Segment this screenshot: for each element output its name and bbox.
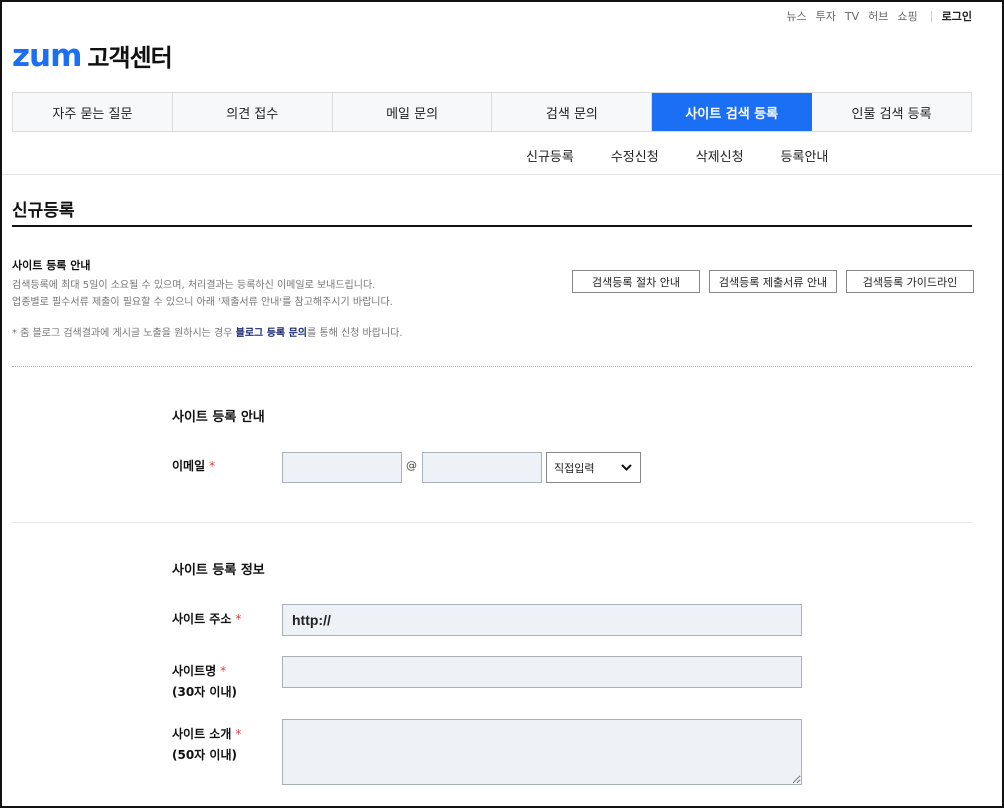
title-underline	[12, 225, 972, 227]
topnav-hub[interactable]: 허브	[868, 8, 888, 24]
email-domain-select[interactable]: 직접입력	[546, 452, 641, 483]
zum-logo: zum	[12, 38, 82, 74]
subtab-info[interactable]: 등록안내	[781, 146, 829, 165]
required-mark: *	[220, 664, 227, 678]
email-domain-input[interactable]	[422, 452, 542, 483]
guideline-button[interactable]: 검색등록 가이드라인	[846, 270, 974, 293]
guide-buttons: 검색등록 절차 안내 검색등록 제출서류 안내 검색등록 가이드라인	[572, 270, 974, 293]
site-logo[interactable]: zum 고객센터	[12, 38, 173, 74]
domain-select-value: 직접입력	[554, 461, 595, 475]
guide-note-suffix: 를 통해 신청 바랍니다.	[307, 328, 403, 339]
guide-text-1: 검색등록에 최대 5일이 소요될 수 있으며, 처리결과는 등록하신 이메일로 …	[12, 280, 376, 291]
process-guide-button[interactable]: 검색등록 절차 안내	[572, 270, 700, 293]
site-name-label: 사이트명 * (30자 이내)	[172, 661, 237, 703]
tab-mail-inquiry[interactable]: 메일 문의	[333, 93, 493, 131]
site-intro-hint: (50자 이내)	[172, 748, 237, 762]
guide-note: * 줌 블로그 검색결과에 게시글 노출을 원하시는 경우 블로그 등록 문의를…	[12, 324, 403, 339]
site-name-hint: (30자 이내)	[172, 685, 237, 699]
site-intro-label-text: 사이트 소개	[172, 727, 232, 741]
subtab-delete[interactable]: 삭제신청	[696, 146, 744, 165]
tab-person-search-register[interactable]: 인물 검색 등록	[812, 93, 972, 131]
site-url-label-text: 사이트 주소	[172, 612, 232, 626]
page-title: 신규등록	[12, 201, 75, 221]
site-name-label-text: 사이트명	[172, 664, 217, 678]
section-title-register-guide: 사이트 등록 안내	[172, 410, 265, 425]
email-user-input[interactable]	[282, 452, 402, 483]
guide-title: 사이트 등록 안내	[12, 259, 91, 272]
required-mark: *	[209, 459, 216, 473]
topnav-news[interactable]: 뉴스	[786, 8, 806, 24]
tab-site-search-register[interactable]: 사이트 검색 등록	[652, 93, 813, 131]
sub-tabs: 신규등록 수정신청 삭제신청 등록안내	[526, 146, 865, 165]
section-divider	[12, 522, 972, 523]
section-title-site-info: 사이트 등록 정보	[172, 563, 265, 578]
topnav-invest[interactable]: 투자	[816, 8, 836, 24]
dotted-divider	[12, 366, 972, 367]
subtab-new[interactable]: 신규등록	[526, 146, 574, 165]
chevron-down-icon	[621, 461, 632, 474]
site-intro-textarea[interactable]	[282, 719, 802, 785]
subtabs-divider	[2, 174, 1002, 175]
at-sign: @	[406, 459, 417, 472]
guide-text-2: 업종별로 필수서류 제출이 필요할 수 있으니 아래 '제출서류 안내'를 참고…	[12, 297, 393, 308]
required-mark: *	[235, 727, 242, 741]
subtab-modify[interactable]: 수정신청	[611, 146, 659, 165]
email-label: 이메일 *	[172, 456, 215, 477]
login-link[interactable]: 로그인	[942, 8, 972, 24]
top-utility-nav: 뉴스 투자 TV 허브 쇼핑 로그인	[777, 8, 972, 24]
site-url-value: http://	[292, 612, 331, 628]
email-label-text: 이메일	[172, 459, 206, 473]
topnav-tv[interactable]: TV	[845, 10, 859, 23]
site-intro-label: 사이트 소개 * (50자 이내)	[172, 724, 241, 766]
guide-note-prefix: * 줌 블로그 검색결과에 게시글 노출을 원하시는 경우	[12, 328, 236, 339]
tab-search-inquiry[interactable]: 검색 문의	[492, 93, 653, 131]
logo-subtitle: 고객센터	[87, 44, 172, 72]
blog-register-inquiry-link[interactable]: 블로그 등록 문의	[236, 328, 307, 339]
main-tabs: 자주 묻는 질문 의견 접수 메일 문의 검색 문의 사이트 검색 등록 인물 …	[12, 92, 972, 132]
site-name-input[interactable]	[282, 656, 802, 688]
topnav-divider	[930, 10, 932, 22]
required-mark: *	[235, 612, 242, 626]
tab-feedback[interactable]: 의견 접수	[173, 93, 333, 131]
site-url-input[interactable]: http://	[282, 604, 802, 636]
documents-guide-button[interactable]: 검색등록 제출서류 안내	[709, 270, 837, 293]
topnav-shopping[interactable]: 쇼핑	[897, 8, 917, 24]
site-url-label: 사이트 주소 *	[172, 609, 241, 630]
tab-faq[interactable]: 자주 묻는 질문	[13, 93, 173, 131]
